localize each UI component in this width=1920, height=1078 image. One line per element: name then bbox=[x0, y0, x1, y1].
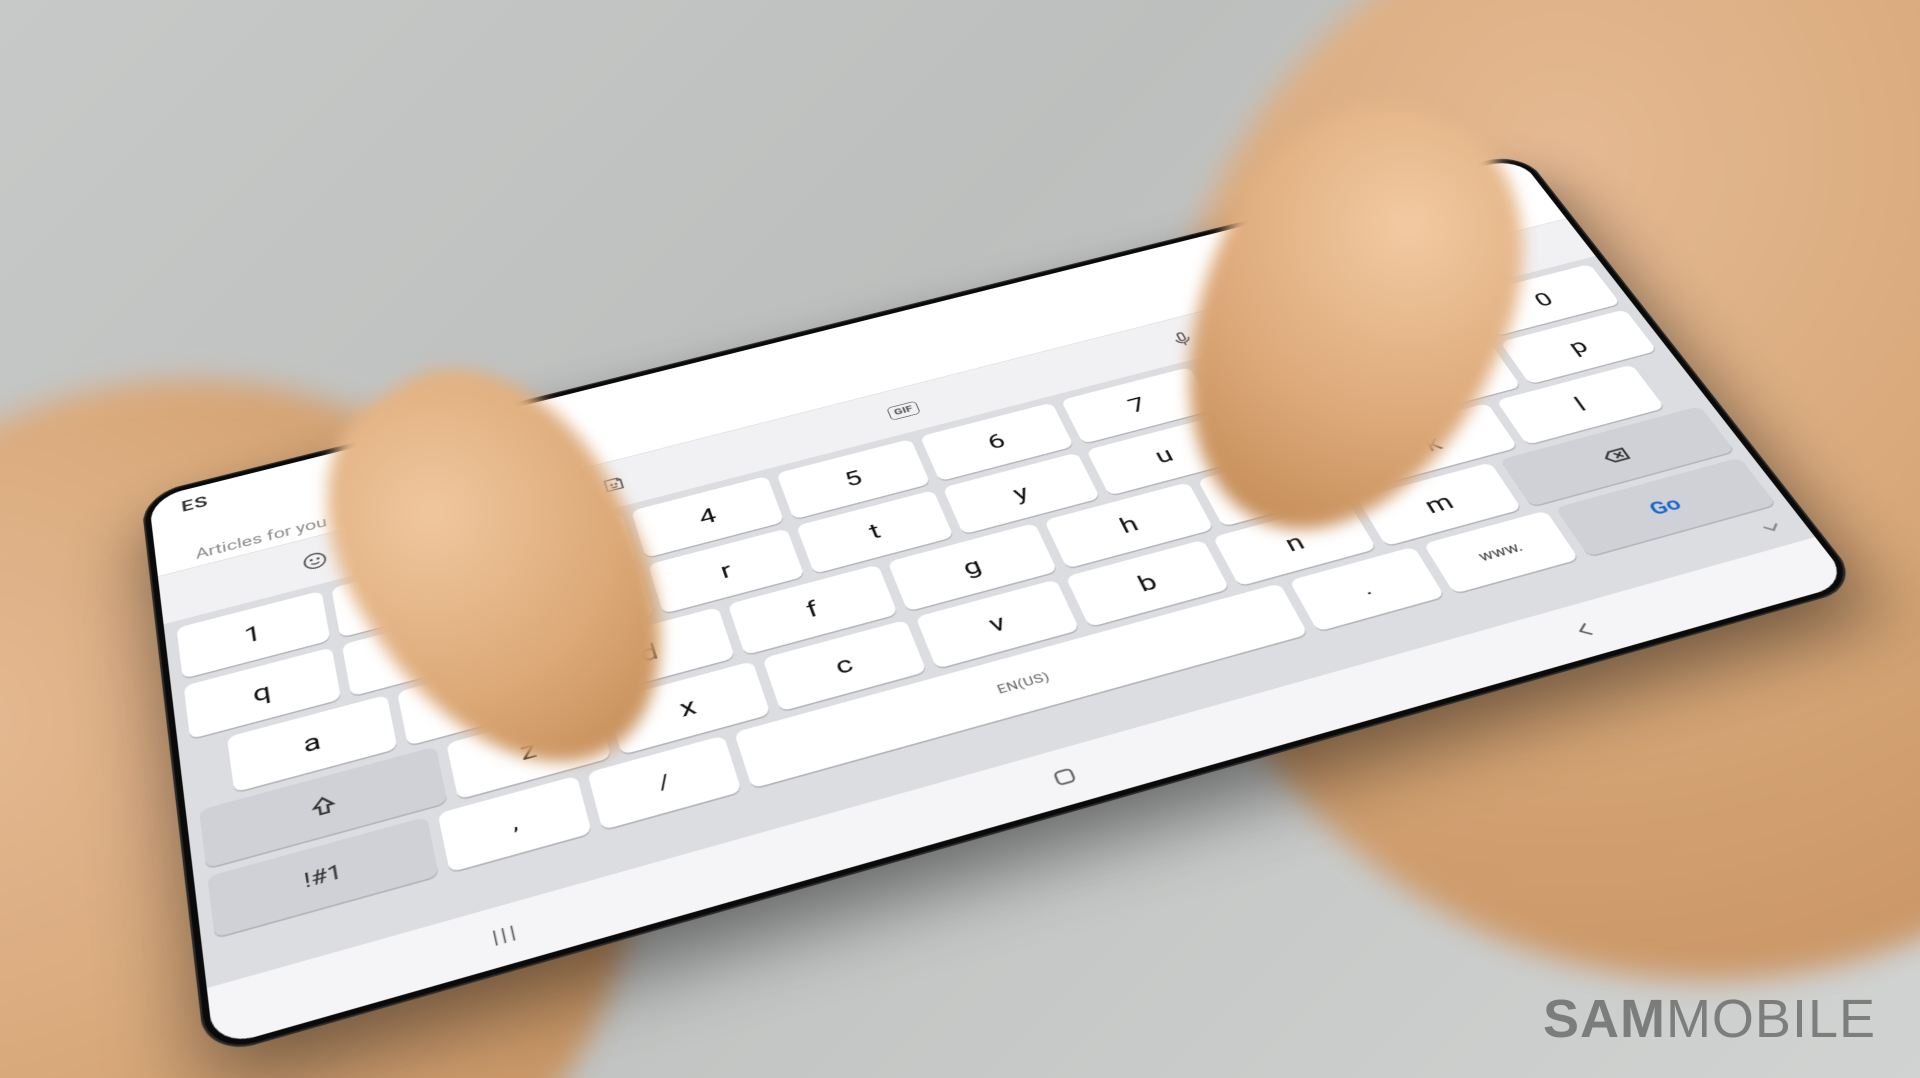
back-button[interactable] bbox=[1561, 613, 1610, 647]
emoji-icon[interactable] bbox=[298, 547, 331, 574]
watermark-rest: MOBILE bbox=[1666, 989, 1876, 1049]
sammobile-watermark: SAMMOBILE bbox=[1543, 988, 1876, 1050]
recents-button[interactable]: ||| bbox=[483, 915, 528, 955]
page-text-fragment: ES bbox=[180, 493, 209, 515]
gif-icon[interactable]: GIF bbox=[886, 400, 920, 420]
home-button[interactable] bbox=[1041, 758, 1088, 795]
watermark-bold: SAM bbox=[1543, 989, 1666, 1049]
